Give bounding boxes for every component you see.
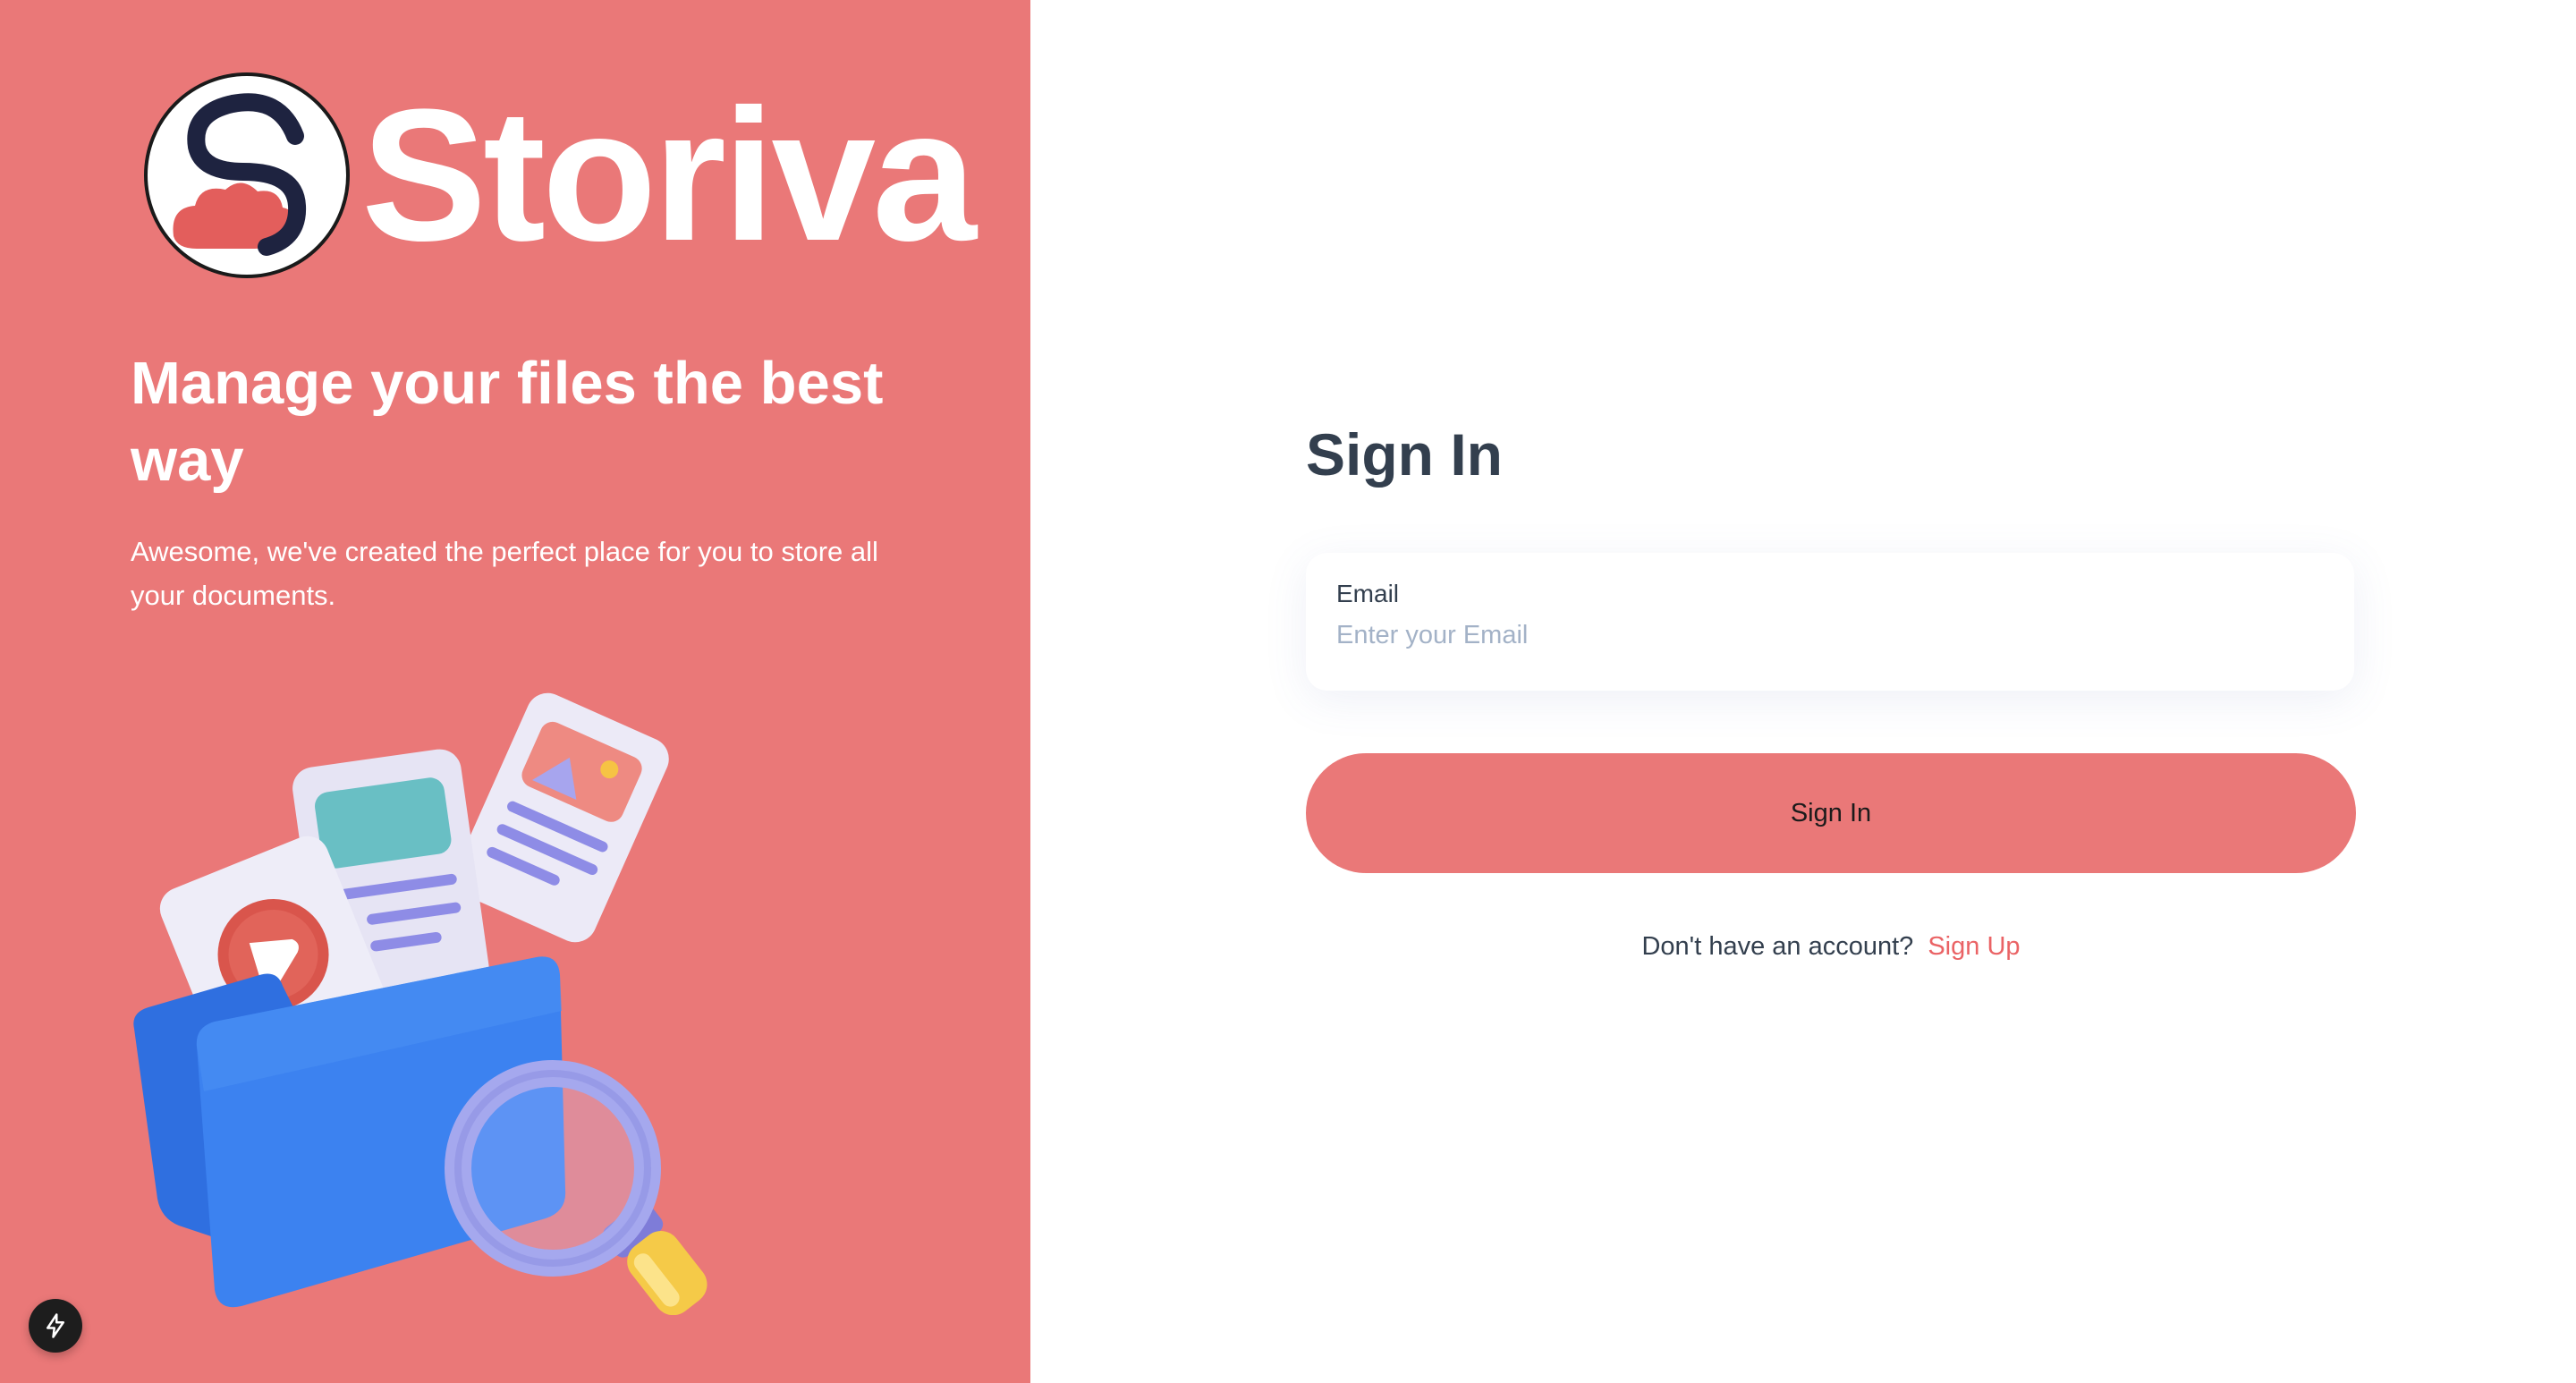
email-input[interactable]	[1336, 621, 2324, 650]
brand-logo: Storiva	[143, 70, 977, 280]
folder-files-magnifier-illustration	[133, 692, 708, 1315]
email-label: Email	[1336, 580, 1400, 607]
lightning-icon	[47, 1313, 64, 1338]
sign-in-button[interactable]: Sign In	[1306, 753, 2356, 873]
sign-in-page: Storiva Manage your files the best way A…	[0, 0, 2576, 1383]
sign-up-link[interactable]: Sign Up	[1928, 932, 2020, 961]
brand-name: Storiva	[361, 70, 977, 280]
brand-panel: Storiva Manage your files the best way A…	[0, 0, 1030, 1383]
signup-prompt-row: Don't have an account? Sign Up	[1306, 932, 2356, 962]
email-field[interactable]: Email	[1306, 553, 2354, 691]
dev-tools-button[interactable]	[29, 1299, 82, 1353]
sign-in-form-panel: Sign In Email Sign In Don't have an acco…	[1030, 0, 2576, 1383]
signup-prompt: Don't have an account?	[1641, 932, 1914, 961]
brand-description: Awesome, we've created the perfect place…	[131, 536, 878, 611]
form-title: Sign In	[1306, 421, 1503, 488]
brand-tagline: Manage your files the best way	[131, 350, 884, 494]
storiva-logo-icon	[144, 72, 350, 278]
